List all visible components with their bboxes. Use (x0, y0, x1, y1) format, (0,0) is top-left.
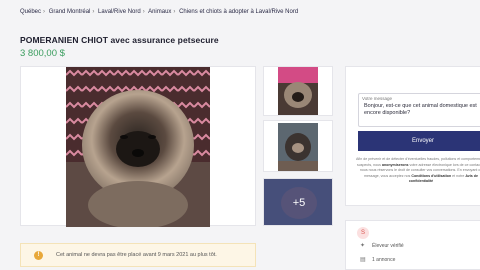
breadcrumb-link[interactable]: Laval/Rive Nord (98, 9, 141, 15)
breadcrumb: Québec › Grand Montréal › Laval/Rive Nord ›… (20, 9, 298, 15)
message-label: Votre message (362, 96, 393, 101)
gallery-main-panel (20, 66, 256, 227)
thumbnail-1[interactable] (263, 66, 333, 116)
breadcrumb-link[interactable]: Animaux (148, 9, 171, 15)
fine-print-emphasis: anonymiserons (381, 162, 409, 167)
seller-verified: ✦ Éleveur vérifié (360, 243, 404, 249)
send-button[interactable]: Envoyer (358, 131, 480, 151)
breadcrumb-separator: › (92, 9, 95, 15)
puppy-thumbnail-image (278, 67, 318, 115)
message-text[interactable]: Bonjour, est-ce que cet animal domestiqu… (364, 103, 480, 117)
seller-listings-label: 1 annonce (372, 257, 396, 263)
listing-icon: ▤ (360, 257, 366, 263)
placement-notice: ! Cet animal ne devra pas être placé ava… (20, 243, 256, 267)
terms-link[interactable]: Conditions d'utilisation (411, 174, 451, 178)
breadcrumb-separator: › (142, 9, 145, 15)
fine-print-text: et notre (452, 173, 465, 178)
breadcrumb-link[interactable]: Chiens et chiots à adopter à Laval/Rive … (179, 9, 298, 15)
privacy-fine-print: Afin de prévenir et de détecter d'éventu… (356, 157, 480, 185)
more-photos-count: +5 (264, 179, 332, 225)
seller-listings[interactable]: ▤ 1 annonce (360, 257, 395, 263)
listing-title: POMERANIEN CHIOT avec assurance petsecur… (20, 35, 219, 45)
breadcrumb-separator: › (173, 9, 176, 15)
warning-icon: ! (34, 250, 43, 260)
listing-price: 3 800,00 $ (20, 48, 65, 59)
main-photo[interactable] (66, 67, 210, 227)
breadcrumb-link[interactable]: Québec (20, 9, 41, 15)
seller-verified-label: Éleveur vérifié (372, 243, 404, 249)
notice-text: Cet animal ne devra pas être placé avant… (56, 252, 217, 258)
thumbnail-more[interactable]: +5 (263, 178, 333, 226)
handshake-icon: ✦ (360, 243, 366, 249)
thumbnail-2[interactable] (263, 120, 333, 172)
breadcrumb-separator: › (43, 9, 46, 15)
puppy-thumbnail-image (278, 123, 318, 171)
puppy-photo-image (66, 67, 210, 227)
seller-avatar[interactable]: S (357, 227, 369, 239)
breadcrumb-link[interactable]: Grand Montréal (49, 9, 91, 15)
